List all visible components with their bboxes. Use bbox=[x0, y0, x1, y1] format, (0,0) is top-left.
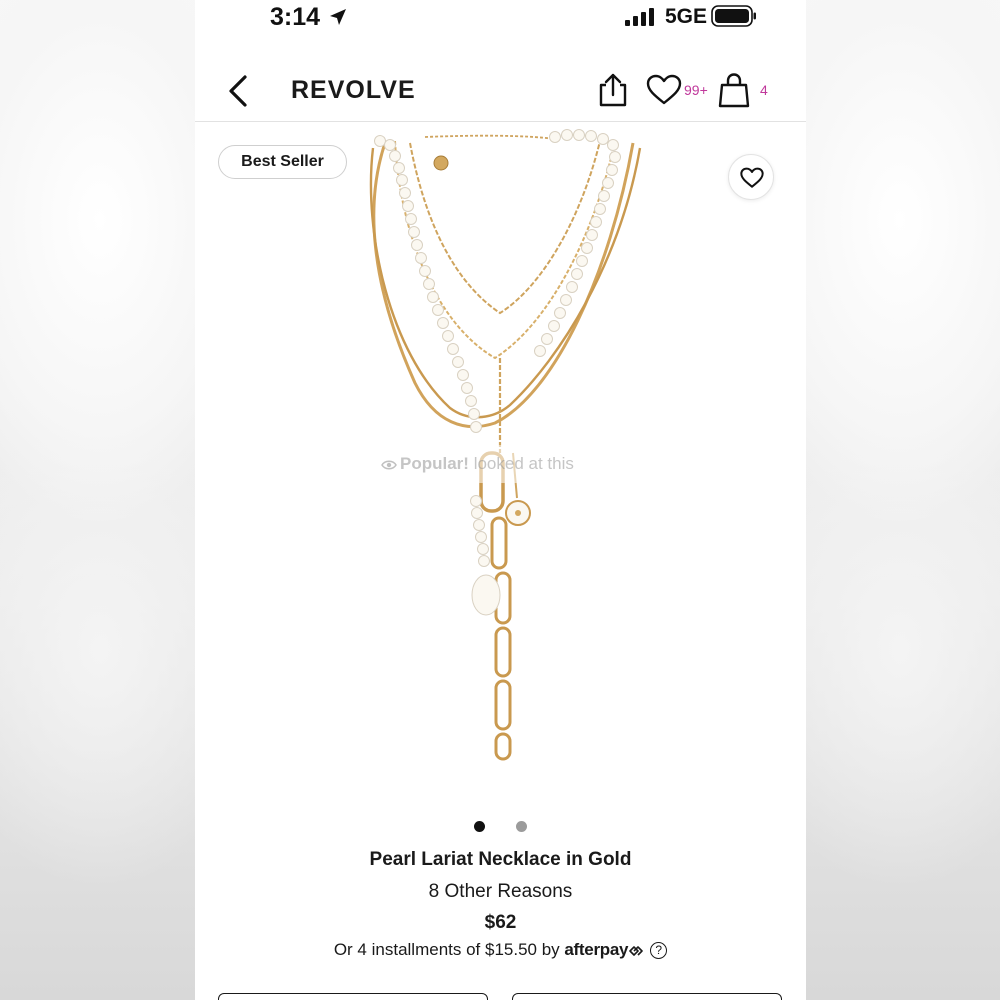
product-name: Pearl Lariat Necklace in Gold bbox=[369, 849, 632, 870]
favorite-button[interactable] bbox=[728, 154, 774, 200]
size-select-button[interactable] bbox=[218, 993, 488, 1000]
brand-logo[interactable]: REVOLVE bbox=[291, 76, 416, 105]
heart-icon bbox=[740, 167, 764, 188]
heart-icon[interactable] bbox=[646, 74, 682, 106]
popular-rest-text: looked at this bbox=[473, 454, 574, 473]
signal-icon bbox=[625, 8, 654, 26]
chevron-left-icon[interactable] bbox=[225, 74, 251, 108]
afterpay-arrows-icon bbox=[629, 945, 643, 956]
pager-dot-active[interactable] bbox=[474, 821, 485, 832]
product-brand-link[interactable]: 8 Other Reasons bbox=[195, 881, 806, 903]
installments-info: Or 4 installments of $15.50 by afterpay … bbox=[195, 940, 806, 960]
popular-toast: Popular! looked at this bbox=[371, 445, 629, 483]
product-image-carousel[interactable]: Best Seller Popular! looked at this bbox=[195, 123, 806, 813]
product-price: $62 bbox=[484, 912, 517, 933]
installments-text: Or 4 installments of $15.50 by bbox=[333, 940, 560, 959]
popular-label: Popular! bbox=[400, 454, 469, 473]
wishlist-count-badge: 99+ bbox=[684, 82, 708, 98]
add-to-bag-button[interactable] bbox=[512, 993, 782, 1000]
pager-dot[interactable] bbox=[516, 821, 527, 832]
location-arrow-icon bbox=[330, 9, 346, 25]
nav-bar: REVOLVE 99+ 4 bbox=[195, 62, 806, 122]
image-pager bbox=[195, 820, 806, 834]
shopping-bag-icon[interactable] bbox=[717, 72, 751, 108]
phone-screen: 3:14 5GE REVOLVE 99+ 4 Best Seller Popul… bbox=[195, 0, 806, 1000]
battery-icon bbox=[711, 5, 756, 27]
info-icon[interactable]: ? bbox=[650, 942, 668, 960]
bag-count-badge: 4 bbox=[760, 82, 768, 98]
eye-icon bbox=[381, 460, 397, 470]
afterpay-logo: afterpay bbox=[564, 940, 629, 959]
status-time: 3:14 bbox=[270, 3, 321, 31]
share-icon[interactable] bbox=[597, 72, 629, 108]
best-seller-badge: Best Seller bbox=[218, 145, 347, 179]
network-label: 5GE bbox=[665, 5, 708, 28]
status-bar: 3:14 5GE bbox=[195, 0, 806, 40]
